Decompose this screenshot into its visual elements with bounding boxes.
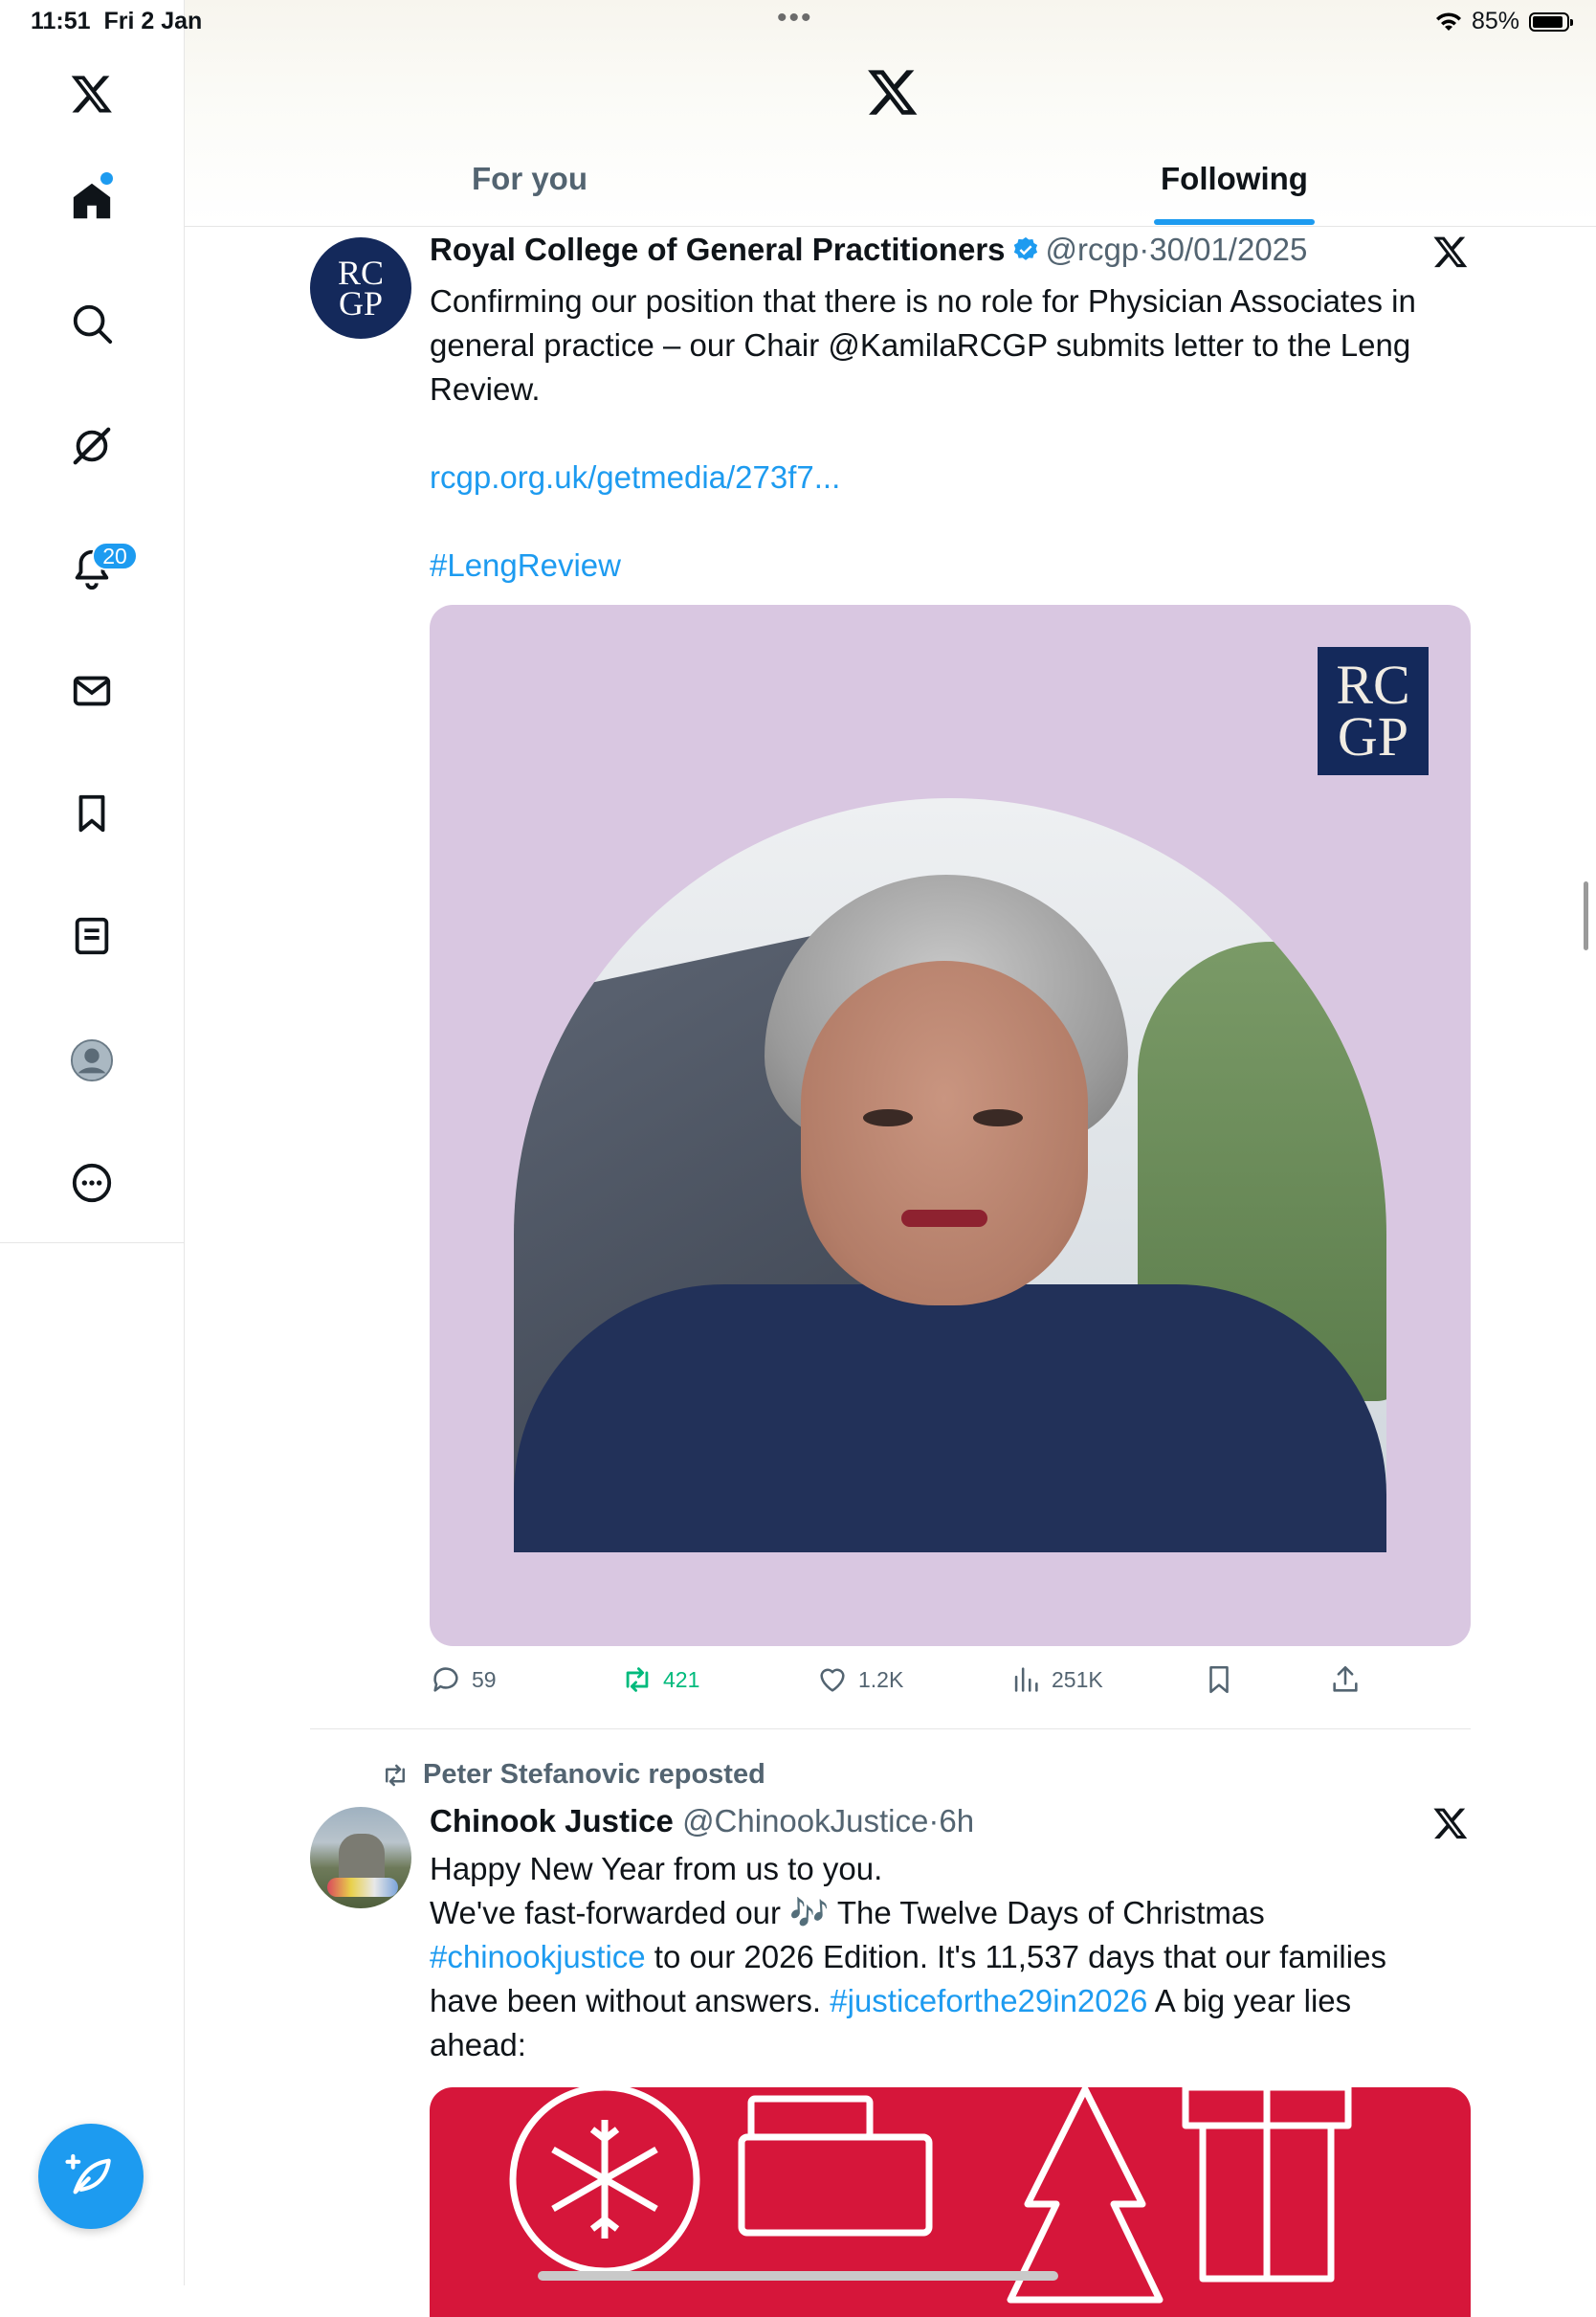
battery-percent: 85% bbox=[1471, 8, 1519, 34]
repost-icon bbox=[626, 1667, 649, 1692]
active-tab-indicator bbox=[1154, 219, 1315, 225]
tab-following[interactable]: Following bbox=[1161, 161, 1308, 197]
repost-button[interactable]: 421 bbox=[621, 1663, 699, 1696]
tweet-header: Chinook Justice @ChinookJustice·6h bbox=[430, 1803, 975, 1838]
home-icon[interactable] bbox=[61, 170, 122, 232]
tweet-text: Happy New Year from us to you. We've fas… bbox=[430, 1851, 1386, 2062]
heart-icon bbox=[820, 1668, 845, 1692]
tweet-date[interactable]: 30/01/2025 bbox=[1149, 232, 1307, 267]
battery-icon bbox=[1529, 11, 1573, 32]
tweet-divider bbox=[310, 1728, 1471, 1729]
views-button[interactable]: 251K bbox=[1009, 1663, 1103, 1696]
tweet-link[interactable]: rcgp.org.uk/getmedia/273f7... bbox=[430, 456, 1473, 500]
x-logo-icon[interactable] bbox=[61, 63, 122, 124]
portrait-photo bbox=[514, 798, 1386, 1552]
tweet-time[interactable]: 6h bbox=[939, 1803, 974, 1838]
sidebar-divider bbox=[0, 1242, 184, 1243]
avatar[interactable]: RC GP bbox=[310, 237, 411, 339]
tweet-image[interactable]: RC GP bbox=[430, 605, 1471, 1646]
x-logo-icon[interactable] bbox=[1432, 234, 1469, 270]
like-button[interactable]: 1.2K bbox=[816, 1663, 903, 1696]
views-count: 251K bbox=[1052, 1666, 1103, 1692]
author-name[interactable]: Chinook Justice bbox=[430, 1803, 674, 1838]
wifi-icon bbox=[1435, 11, 1461, 31]
repost-count: 421 bbox=[663, 1666, 700, 1692]
hashtag-link[interactable]: #LengReview bbox=[430, 544, 1473, 588]
like-count: 1.2K bbox=[858, 1666, 904, 1692]
author-handle[interactable]: @rcgp bbox=[1046, 232, 1140, 267]
tab-for-you[interactable]: For you bbox=[472, 161, 587, 197]
more-icon[interactable] bbox=[61, 1152, 122, 1214]
repost-label: Peter Stefanovic reposted bbox=[423, 1759, 765, 1790]
bookmark-icon bbox=[1209, 1665, 1229, 1694]
reply-count: 59 bbox=[472, 1666, 497, 1692]
christmas-graphic bbox=[509, 2087, 1352, 2304]
reply-icon bbox=[433, 1667, 458, 1692]
bookmark-icon[interactable] bbox=[61, 783, 122, 844]
sidebar: 20 bbox=[0, 0, 185, 2285]
x-logo-icon[interactable] bbox=[1432, 1805, 1469, 1841]
tweet-text: Confirming our position that there is no… bbox=[430, 279, 1473, 588]
lists-icon[interactable] bbox=[61, 905, 122, 967]
music-notes-emoji: 🎶 bbox=[789, 1895, 830, 1930]
avatar[interactable] bbox=[310, 1807, 411, 1908]
scroll-indicator[interactable] bbox=[1584, 881, 1588, 950]
author-name[interactable]: Royal College of General Practitioners bbox=[430, 232, 1006, 267]
tweet-header: Royal College of General Practitioners @r… bbox=[430, 232, 1308, 267]
notification-count-badge: 20 bbox=[92, 542, 138, 570]
status-time: 11:51 Fri 2 Jan bbox=[31, 8, 203, 34]
compose-button[interactable] bbox=[38, 2124, 144, 2229]
mail-icon[interactable] bbox=[61, 660, 122, 722]
hashtag-link[interactable]: #chinookjustice bbox=[430, 1939, 646, 1974]
views-icon bbox=[1014, 1667, 1038, 1692]
rcgp-logo: RC GP bbox=[1318, 647, 1429, 775]
grok-icon[interactable] bbox=[61, 415, 122, 477]
x-logo-icon[interactable] bbox=[866, 65, 920, 119]
hashtag-link[interactable]: #justiceforthe29in2026 bbox=[830, 1983, 1147, 2018]
home-indicator[interactable] bbox=[538, 2271, 1058, 2281]
tweet-image[interactable] bbox=[430, 2087, 1471, 2317]
multitasking-dots[interactable]: ••• bbox=[777, 2, 813, 34]
author-handle[interactable]: @ChinookJustice bbox=[682, 1803, 928, 1838]
repost-context[interactable]: Peter Stefanovic reposted bbox=[381, 1759, 765, 1791]
status-bar: 11:51 Fri 2 Jan ••• 85% bbox=[0, 0, 1596, 44]
share-icon bbox=[1333, 1665, 1358, 1692]
search-icon[interactable] bbox=[61, 293, 122, 354]
repost-icon bbox=[386, 1764, 405, 1786]
verified-badge-icon bbox=[1013, 236, 1037, 260]
compose-icon bbox=[65, 2153, 111, 2194]
home-unread-dot bbox=[100, 172, 113, 185]
tweet-actions: 59 421 1.2K 251K bbox=[430, 1663, 1473, 1705]
status-right: 85% bbox=[1435, 8, 1573, 35]
share-button[interactable] bbox=[1329, 1663, 1362, 1696]
reply-button[interactable]: 59 bbox=[430, 1663, 497, 1696]
bookmark-button[interactable] bbox=[1203, 1663, 1235, 1696]
profile-icon[interactable] bbox=[61, 1030, 122, 1091]
